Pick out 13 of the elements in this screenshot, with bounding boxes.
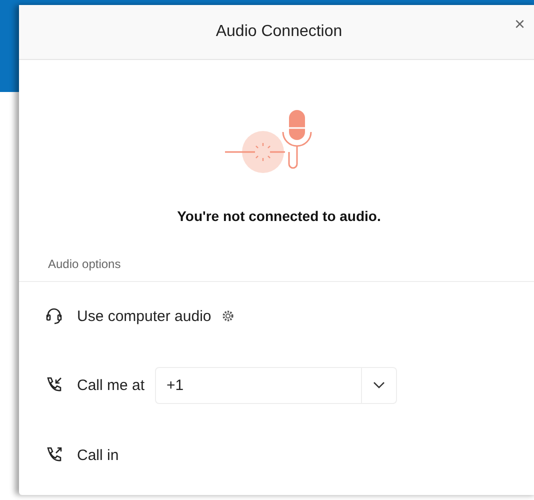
phone-number-field[interactable]: +1 [154,366,397,404]
incoming-call-icon [45,376,63,394]
outgoing-call-icon [45,446,63,464]
headset-icon [45,307,63,325]
call-me-option[interactable]: Call me at [77,376,145,394]
section-heading: Audio options [19,224,534,282]
call-in-option[interactable]: Call in [77,446,119,464]
close-button[interactable]: × [514,15,525,33]
computer-audio-option[interactable]: Use computer audio [77,308,212,324]
status-message: You're not connected to audio. [177,208,381,224]
settings-icon[interactable] [222,310,234,322]
dialog-title: Audio Connection [216,23,342,41]
chevron-down-icon[interactable] [372,381,385,389]
